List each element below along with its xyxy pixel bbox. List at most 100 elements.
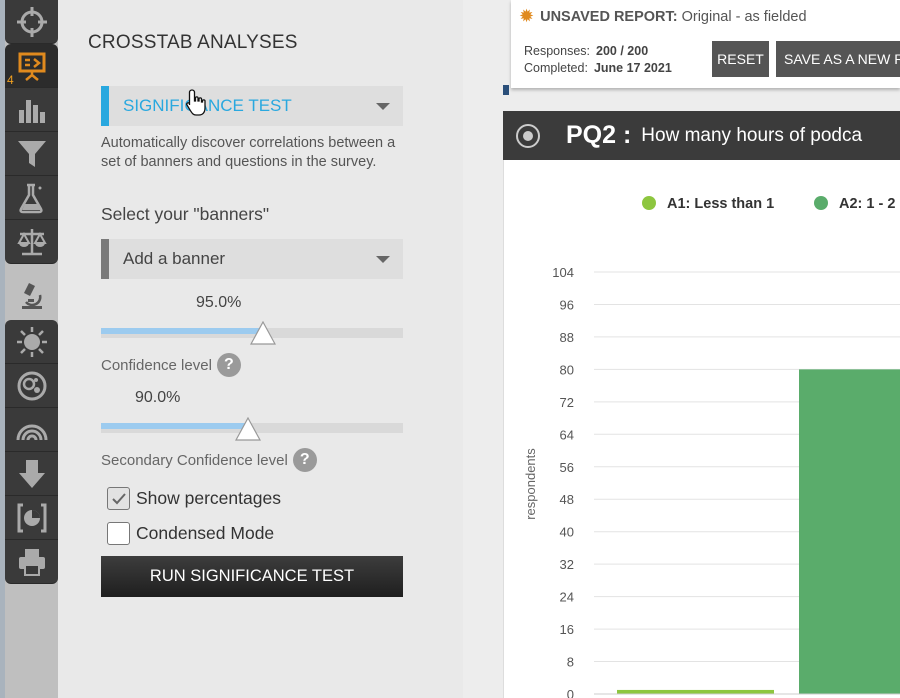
y-tick-label: 48 [560,492,574,507]
y-tick-label: 104 [552,265,574,280]
bar-chart-icon [18,99,45,123]
presentation-button[interactable]: 4 [5,44,58,88]
select-accent-bar [101,86,109,126]
help-icon[interactable]: ? [292,448,317,472]
flask-icon [18,183,43,213]
secondary-confidence-slider-handle[interactable] [235,417,261,441]
y-tick-label: 8 [567,655,574,670]
show-percentages-label: Show percentages [136,488,281,508]
report-main: ✹ UNSAVED REPORT: Original - as fielded … [463,0,900,698]
crosshair-icon [16,6,47,37]
crosshair-button[interactable] [5,0,58,44]
lab-button[interactable] [5,176,58,220]
completed-value: June 17 2021 [593,61,672,75]
pie-export-button[interactable] [5,496,58,540]
y-tick-label: 0 [567,687,574,698]
report-status-label: UNSAVED REPORT: [540,8,678,25]
condensed-mode-label: Condensed Mode [136,523,275,543]
print-button[interactable] [5,540,58,584]
y-tick-label: 40 [560,525,574,540]
presentation-icon [18,52,45,81]
help-icon[interactable]: ? [216,353,241,377]
legend-label: A2: 1 - 2 [839,196,895,212]
legend-swatch [814,196,828,210]
show-percentages-row[interactable]: Show percentages [107,487,281,510]
y-tick-label: 32 [560,557,574,572]
printer-icon [18,548,45,576]
secondary-confidence-label: Secondary Confidence level [101,451,288,469]
banner-select[interactable]: Add a banner [101,239,403,279]
presentation-badge: 4 [7,73,14,87]
question-id: PQ2 : [566,121,632,149]
tool-sidebar: 4 [0,0,58,698]
question-text: How many hours of podca [641,124,863,146]
weighting-button[interactable] [5,220,58,264]
reset-button[interactable]: RESET [712,41,769,77]
bar-chart: 0 8 16 24 32 40 48 56 64 72 80 88 96 104 respondents A1… [523,196,900,698]
secondary-confidence-value: 90.0% [135,389,181,406]
analysis-type-select[interactable]: SIGNIFICANCE TEST [101,86,403,126]
bar-chart-button[interactable] [5,88,58,132]
bar-2 [799,369,900,694]
checkmark-icon [111,492,126,504]
rainbow-button[interactable] [5,408,58,452]
rainbow-icon [16,424,47,440]
responses-label: Responses: [524,44,591,58]
y-tick-label: 80 [560,362,574,377]
condensed-mode-row[interactable]: Condensed Mode [107,522,274,545]
y-tick-label: 96 [560,297,574,312]
y-tick-label: 24 [560,590,574,605]
confidence-label-row: Confidence level ? [101,353,241,377]
chart-area: 0 8 16 24 32 40 48 56 64 72 80 88 96 104 respondents A1… [503,160,900,698]
bubbles-button[interactable] [5,364,58,408]
run-significance-test-button[interactable]: RUN SIGNIFICANCE TEST [101,556,403,597]
condensed-mode-checkbox[interactable] [107,522,130,545]
scales-icon [16,228,47,255]
confidence-value: 95.0% [196,294,242,311]
report-status-value: Original - as fielded [681,8,807,25]
completed-stat: Completed: June 17 2021 [524,61,672,75]
chevron-down-icon [376,103,390,110]
question-select-radio[interactable] [516,123,540,148]
download-button[interactable] [5,452,58,496]
confidence-slider-handle[interactable] [250,321,276,345]
confidence-slider-fill [101,328,263,334]
banners-heading: Select your "banners" [101,204,270,224]
sun-icon [16,326,47,357]
report-accent-strip [503,85,509,95]
download-arrow-icon [18,459,45,488]
save-as-new-report-button[interactable]: SAVE AS A NEW R [776,41,900,77]
y-tick-label: 56 [560,460,574,475]
sun-button[interactable] [5,320,58,364]
bubbles-icon [17,371,46,400]
show-percentages-checkbox[interactable] [107,487,130,510]
chevron-down-icon [376,256,390,263]
report-status-bar: ✹ UNSAVED REPORT: Original - as fielded … [511,0,900,88]
y-axis-label: respondents [523,448,538,520]
secondary-confidence-slider-fill [101,423,248,429]
pie-bracket-icon [17,503,46,532]
y-tick-label: 16 [560,622,574,637]
analysis-button[interactable] [5,274,58,318]
microscope-icon [21,283,42,309]
y-tick-label: 88 [560,330,574,345]
filter-button[interactable] [5,132,58,176]
hand-cursor-icon [186,89,206,116]
question-header: PQ2 : How many hours of podca [503,111,900,160]
bar-1 [617,689,774,694]
y-tick-label: 64 [560,427,574,442]
funnel-icon [17,140,46,167]
crosstab-panel: CROSSTAB ANALYSES SIGNIFICANCE TEST Auto… [58,0,463,698]
analysis-description: Automatically discover correlations betw… [101,135,396,170]
legend-swatch [642,196,656,210]
confidence-label: Confidence level [101,356,212,374]
y-tick-label: 72 [560,395,574,410]
report-status: ✹ UNSAVED REPORT: Original - as fielded [519,6,807,27]
responses-stat: Responses: 200 / 200 [524,44,648,58]
secondary-confidence-label-row: Secondary Confidence level ? [101,448,317,472]
banner-select-value: Add a banner [123,249,226,268]
gear-icon: ✹ [519,6,535,26]
completed-label: Completed: [524,61,588,75]
panel-title: CROSSTAB ANALYSES [88,32,298,53]
responses-value: 200 / 200 [596,44,649,58]
